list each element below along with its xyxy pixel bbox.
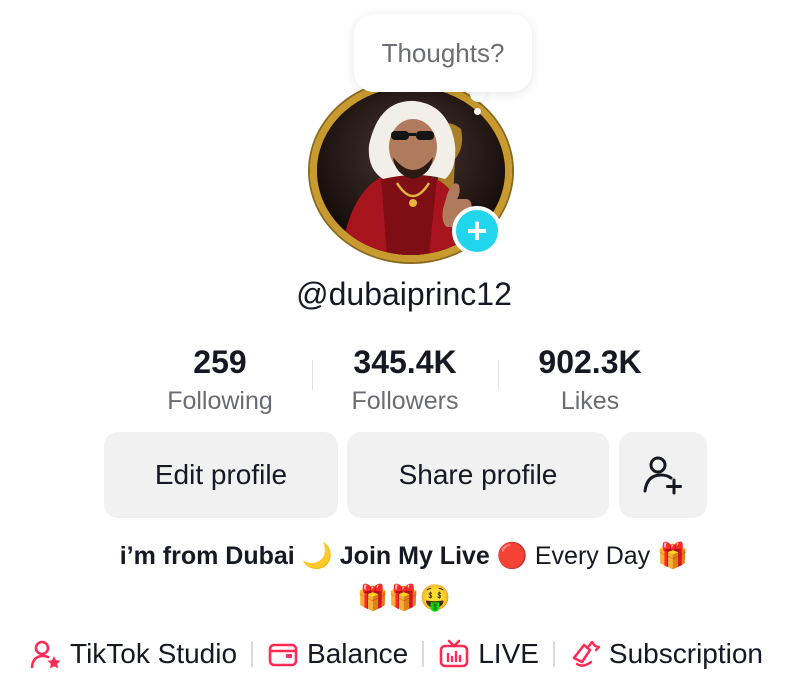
- live-label: LIVE: [478, 638, 539, 669]
- stat-divider: [312, 360, 313, 390]
- subscription-icon: [572, 640, 601, 667]
- tiktok-studio-label: TikTok Studio: [70, 638, 238, 669]
- bio-part-2: Join My Live: [339, 542, 490, 570]
- balance-label: Balance: [307, 638, 409, 669]
- tiktok-studio-link[interactable]: TikTok Studio: [30, 638, 237, 670]
- share-profile-label: Share profile: [398, 459, 558, 490]
- bio-line-2: 🎁🎁🤑: [357, 584, 451, 612]
- plus-icon: +: [466, 210, 488, 251]
- subscription-link[interactable]: Subscription: [569, 638, 763, 670]
- followers-count: 345.4K: [353, 344, 457, 380]
- live-tv-icon: [439, 639, 469, 668]
- moon-emoji: 🌙: [301, 542, 333, 570]
- add-story-button[interactable]: +: [452, 206, 502, 256]
- thoughts-bubble[interactable]: Thoughts?: [354, 14, 532, 92]
- person-star-icon: [30, 640, 61, 669]
- link-separator: [552, 641, 555, 667]
- bio-part-1: i’m from Dubai: [119, 542, 295, 570]
- stat-likes[interactable]: 902.3K Likes: [500, 344, 680, 416]
- live-link[interactable]: LIVE: [438, 638, 539, 670]
- following-count: 259: [193, 344, 247, 380]
- link-separator: [251, 641, 254, 667]
- balance-link[interactable]: Balance: [267, 638, 408, 670]
- stat-divider: [498, 360, 499, 390]
- share-profile-button[interactable]: Share profile: [347, 432, 609, 518]
- bio-line-1: i’m from Dubai 🌙 Join My Live 🔴 Every Da…: [0, 542, 808, 571]
- following-label: Following: [167, 387, 273, 415]
- bubble-dot: [474, 108, 481, 115]
- stat-following[interactable]: 259 Following: [130, 344, 310, 416]
- subscription-label: Subscription: [608, 638, 764, 669]
- edit-profile-label: Edit profile: [154, 459, 288, 490]
- thoughts-text: Thoughts?: [381, 37, 505, 68]
- add-person-icon: [643, 456, 682, 495]
- add-friend-button[interactable]: [619, 432, 707, 518]
- stat-followers[interactable]: 345.4K Followers: [315, 344, 495, 416]
- red-circle-emoji: 🔴: [496, 542, 528, 570]
- gift-emoji: 🎁: [657, 542, 689, 570]
- bio-part-3: Every Day: [534, 542, 651, 570]
- profile-links-bar: TikTok Studio Balance LIVE Subscription: [30, 634, 763, 674]
- likes-count: 902.3K: [538, 344, 642, 380]
- followers-label: Followers: [351, 387, 459, 415]
- link-separator: [422, 641, 425, 667]
- likes-label: Likes: [560, 387, 620, 415]
- username: @dubaiprinc12: [296, 276, 512, 312]
- wallet-icon: [268, 643, 298, 667]
- edit-profile-button[interactable]: Edit profile: [104, 432, 338, 518]
